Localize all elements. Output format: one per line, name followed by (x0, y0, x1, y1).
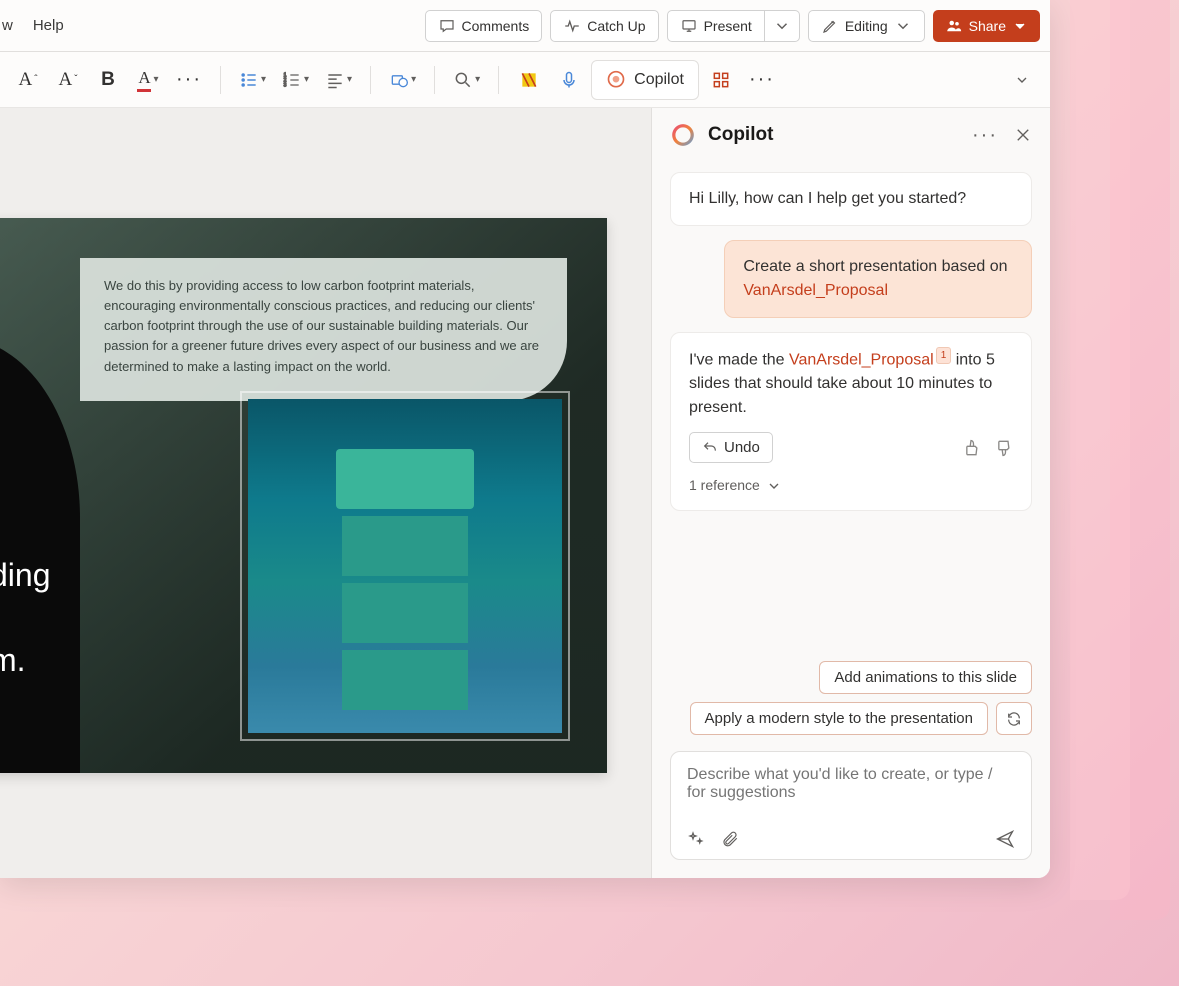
chevron-down-icon (1012, 18, 1028, 34)
ribbon-header: w Help Comments Catch Up Present (0, 0, 1050, 52)
user-message: Create a short presentation based on Van… (724, 240, 1032, 318)
chevron-down-icon (894, 17, 912, 35)
refresh-icon (1006, 711, 1022, 727)
numbered-list-button[interactable]: 123 ▾ (276, 62, 315, 98)
reference-badge[interactable]: 1 (936, 347, 952, 364)
slide-image-placeholder[interactable] (240, 391, 570, 741)
present-button[interactable]: Present (667, 10, 765, 42)
comments-button[interactable]: Comments (425, 10, 543, 42)
suggestion-chip-animations[interactable]: Add animations to this slide (819, 661, 1032, 694)
search-icon (453, 70, 473, 90)
slide-title-partial: ding m. (0, 553, 51, 683)
chevron-down-icon (1014, 72, 1030, 88)
refresh-suggestions-button[interactable] (996, 702, 1032, 735)
send-icon[interactable] (995, 829, 1015, 849)
slide[interactable]: We do this by providing access to low ca… (0, 218, 607, 773)
copilot-more-button[interactable]: ··· (972, 124, 998, 147)
more-font-options[interactable]: ··· (170, 62, 208, 98)
copilot-greeting-message: Hi Lilly, how can I help get you started… (670, 172, 1032, 226)
align-left-icon (325, 70, 345, 90)
activity-icon (563, 17, 581, 35)
numbered-list-icon: 123 (282, 70, 302, 90)
designer-icon (519, 70, 539, 90)
editing-mode-button[interactable]: Editing (808, 10, 925, 42)
document-link[interactable]: VanArsdel_Proposal (789, 351, 934, 368)
attachment-icon[interactable] (721, 830, 739, 848)
undo-icon (702, 440, 718, 456)
people-icon (945, 17, 963, 35)
share-button[interactable]: Share (933, 10, 1040, 42)
app-window: w Help Comments Catch Up Present (0, 0, 1050, 878)
copilot-icon (606, 70, 626, 90)
present-dropdown[interactable] (765, 10, 800, 42)
thumbs-down-icon[interactable] (993, 438, 1013, 458)
shapes-icon (389, 70, 409, 90)
font-color-button[interactable]: A ▾ (130, 62, 166, 98)
align-button[interactable]: ▾ (319, 62, 358, 98)
present-icon (680, 17, 698, 35)
copilot-logo-icon (670, 122, 696, 148)
comments-icon (438, 17, 456, 35)
microphone-icon (559, 70, 579, 90)
copilot-toolbar-button[interactable]: Copilot (591, 60, 699, 100)
bullet-list-icon (239, 70, 259, 90)
bold-button[interactable]: B (90, 62, 126, 98)
ribbon-collapse[interactable] (1004, 62, 1040, 98)
bullet-list-button[interactable]: ▾ (233, 62, 272, 98)
catch-up-button[interactable]: Catch Up (550, 10, 658, 42)
copilot-title: Copilot (708, 124, 773, 146)
chevron-down-icon (773, 17, 791, 35)
increase-font-button[interactable]: Aˆ (10, 62, 46, 98)
copilot-prompt-input[interactable] (687, 766, 1015, 816)
document-link[interactable]: VanArsdel_Proposal (743, 282, 888, 299)
designer-button[interactable] (511, 62, 547, 98)
close-icon[interactable] (1014, 126, 1032, 144)
dictate-button[interactable] (551, 62, 587, 98)
chevron-down-icon (766, 478, 782, 494)
suggestion-chip-style[interactable]: Apply a modern style to the presentation (690, 702, 989, 735)
pencil-icon (821, 17, 839, 35)
menu-item-partial[interactable]: w (2, 17, 13, 34)
toolbar-overflow[interactable]: ··· (743, 62, 781, 98)
grid-view-button[interactable] (703, 62, 739, 98)
shapes-button[interactable]: ▾ (383, 62, 422, 98)
svg-text:3: 3 (284, 82, 287, 88)
copilot-pane: Copilot ··· Hi Lilly, how can I help get… (652, 108, 1050, 878)
slide-canvas[interactable]: We do this by providing access to low ca… (0, 108, 652, 878)
decrease-font-button[interactable]: Aˇ (50, 62, 86, 98)
reference-toggle[interactable]: 1 reference (689, 475, 1013, 496)
slide-text-box[interactable]: We do this by providing access to low ca… (80, 258, 567, 401)
undo-button[interactable]: Undo (689, 432, 773, 463)
sparkle-icon[interactable] (687, 830, 705, 848)
grid-icon (711, 70, 731, 90)
menu-help[interactable]: Help (33, 17, 64, 34)
find-button[interactable]: ▾ (447, 62, 486, 98)
formatting-toolbar: Aˆ Aˇ B A ▾ ··· ▾ 123 ▾ ▾ ▾ ▾ (0, 52, 1050, 108)
copilot-input-box[interactable] (670, 751, 1032, 860)
copilot-response-message: I've made the VanArsdel_Proposal1 into 5… (670, 332, 1032, 511)
thumbs-up-icon[interactable] (961, 438, 981, 458)
